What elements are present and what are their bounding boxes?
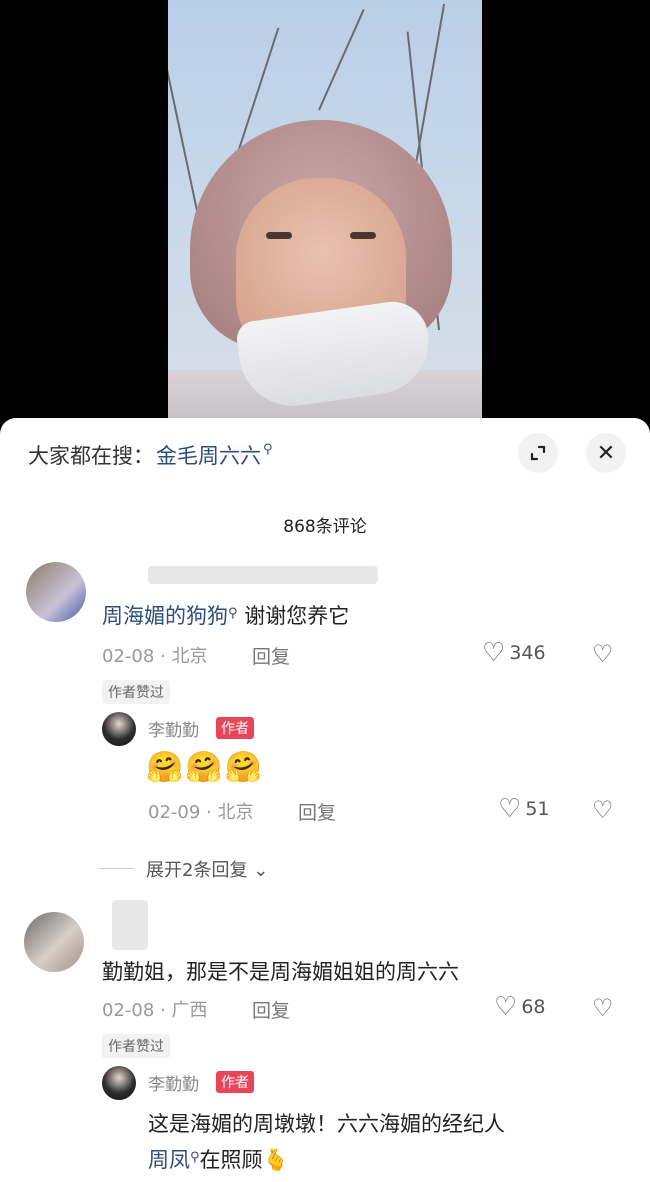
broken-heart-icon: ♡	[592, 640, 614, 668]
reply-button[interactable]: 回复	[252, 996, 290, 1023]
like-button[interactable]: ♡ 51	[498, 796, 550, 822]
trending-search-prefix: 大家都在搜：	[28, 444, 154, 468]
reply-text: 这是海媚的周墩墩！六六海媚的经纪人	[148, 1112, 505, 1136]
trending-search-term[interactable]: 金毛周六六	[156, 440, 261, 470]
dislike-button[interactable]: ♡	[592, 796, 614, 824]
reply-meta: 02-09 · 北京	[148, 802, 254, 823]
search-icon: ⚲	[190, 1150, 200, 1165]
expand-icon	[530, 445, 546, 461]
reply-date: 02-09	[148, 802, 201, 823]
expand-button[interactable]	[518, 433, 558, 473]
like-button[interactable]: ♡ 68	[494, 994, 546, 1020]
reply-text-line2: 周凤⚲在照顾🫰	[148, 1144, 289, 1174]
video-player[interactable]	[0, 0, 650, 440]
author-tag: 作者	[216, 717, 254, 739]
author-liked-badge: 作者赞过	[102, 1034, 170, 1058]
trending-search[interactable]: 大家都在搜： 金毛周六六 ⚲	[28, 440, 273, 470]
reply-author-name[interactable]: 李勤勤	[148, 1070, 199, 1095]
reply-text-tail: 在照顾	[199, 1148, 263, 1172]
hug-emoji: 🤗	[185, 750, 223, 785]
dislike-button[interactable]: ♡	[592, 640, 614, 668]
close-icon: ✕	[596, 440, 616, 466]
reply-button[interactable]: 回复	[298, 798, 336, 825]
chevron-down-icon: ⌄	[253, 860, 269, 881]
like-button[interactable]: ♡ 346	[482, 640, 546, 666]
search-icon: ⚲	[228, 606, 238, 621]
hug-emoji: 🤗	[146, 750, 184, 785]
reply-author-name[interactable]: 李勤勤	[148, 716, 199, 741]
expand-replies-button[interactable]: 展开2条回复 ⌄	[146, 856, 268, 882]
comment-count: 868条评论	[283, 517, 367, 537]
dislike-button[interactable]: ♡	[592, 994, 614, 1022]
close-button[interactable]: ✕	[586, 433, 626, 473]
expand-replies-label: 展开2条回复	[146, 860, 248, 881]
reply-button[interactable]: 回复	[252, 642, 290, 669]
blurred-username	[148, 566, 378, 584]
heart-icon: ♡	[494, 992, 518, 1022]
tree-branch	[318, 9, 365, 111]
hug-emoji: 🤗	[224, 750, 263, 785]
comment-text: 谢谢您养它	[237, 604, 350, 628]
author-tag: 作者	[216, 1071, 254, 1093]
person-eye	[350, 232, 376, 239]
like-count: 346	[509, 642, 546, 664]
comment-meta: 02-08 · 广西	[102, 1000, 208, 1021]
comment-meta: 02-08 · 北京	[102, 646, 208, 667]
avatar[interactable]	[26, 562, 86, 622]
reply-link[interactable]: 周凤	[148, 1148, 190, 1172]
reply-location: 北京	[217, 802, 254, 823]
finger-heart-emoji: 🫰	[262, 1148, 289, 1172]
reply-emojis: 🤗 🤗 🤗	[146, 750, 262, 785]
comment-location: 北京	[171, 646, 208, 667]
comment-date: 02-08	[102, 646, 155, 667]
heart-icon: ♡	[482, 638, 506, 668]
avatar[interactable]	[24, 912, 84, 972]
like-count: 51	[525, 798, 550, 820]
author-liked-badge: 作者赞过	[102, 680, 170, 704]
broken-heart-icon: ♡	[592, 796, 614, 824]
comment-link[interactable]: 周海媚的狗狗	[102, 604, 228, 628]
broken-heart-icon: ♡	[592, 994, 614, 1022]
blurred-username	[112, 900, 148, 950]
person-eye	[266, 232, 292, 239]
heart-icon: ♡	[498, 794, 522, 824]
video-frame	[168, 0, 482, 440]
divider	[100, 868, 134, 869]
reply-avatar[interactable]	[102, 712, 136, 746]
comment-date: 02-08	[102, 1000, 155, 1021]
like-count: 68	[521, 996, 546, 1018]
tree-branch	[168, 4, 200, 221]
comment-location: 广西	[171, 1000, 208, 1021]
search-icon: ⚲	[263, 441, 273, 457]
comment-body: 周海媚的狗狗⚲ 谢谢您养它	[102, 600, 349, 630]
reply-avatar[interactable]	[102, 1066, 136, 1100]
comment-body: 勤勤姐，那是不是周海媚姐姐的周六六	[102, 960, 459, 984]
